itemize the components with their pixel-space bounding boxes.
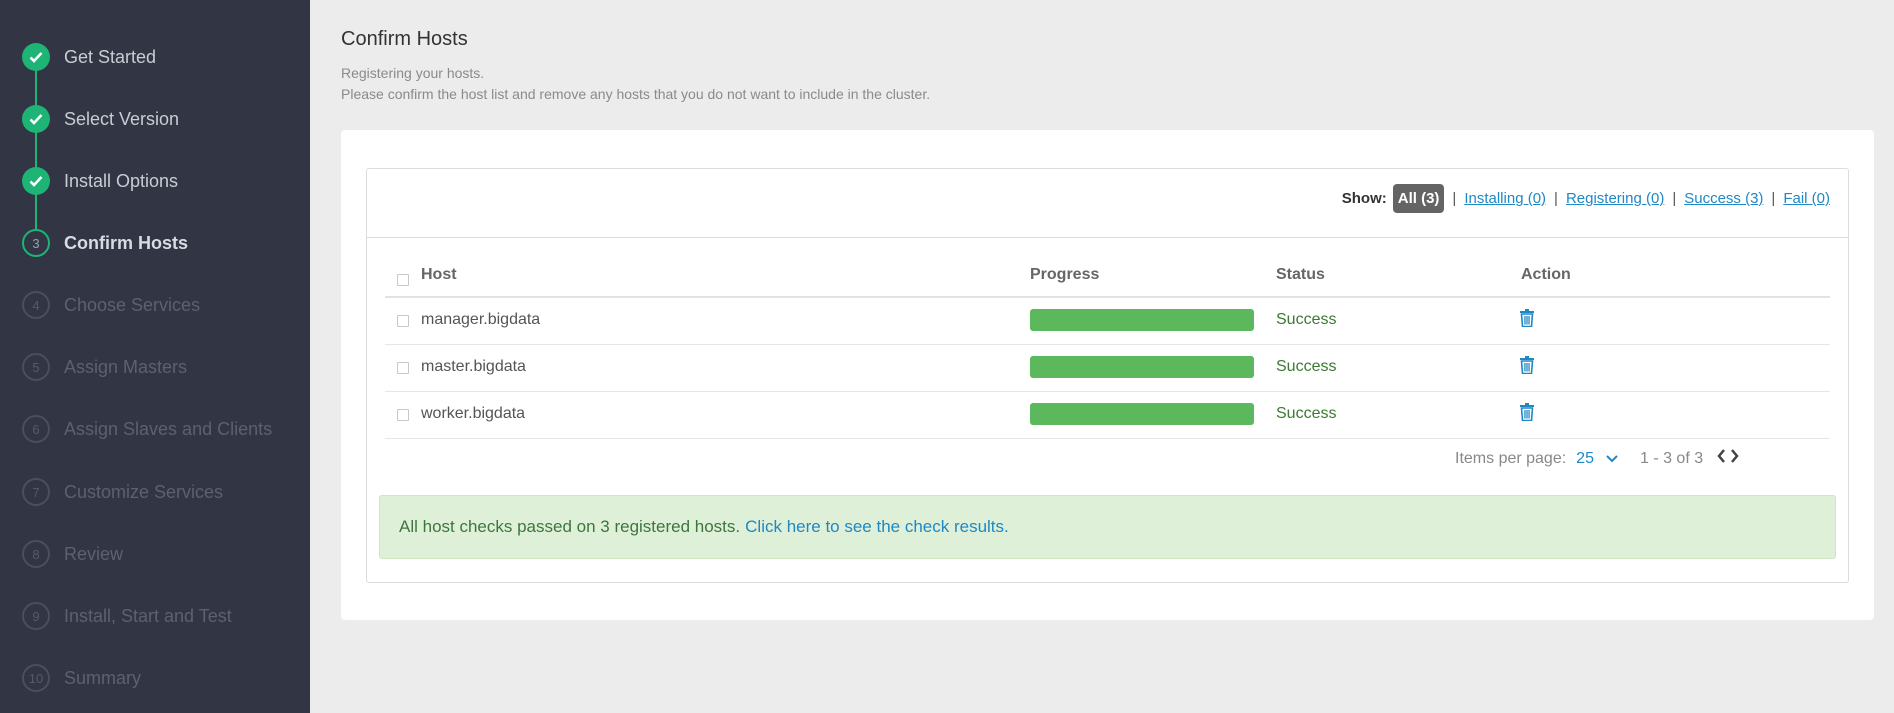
step-number: 7 bbox=[22, 478, 50, 506]
filter-separator: | bbox=[1672, 190, 1677, 207]
wizard-step: 9 Install, Start and Test bbox=[22, 601, 232, 631]
step-number: 9 bbox=[22, 602, 50, 630]
filter-separator: | bbox=[1554, 190, 1558, 207]
progress-bar bbox=[1030, 356, 1254, 378]
wizard-step: 5 Assign Masters bbox=[22, 352, 187, 382]
wizard-step-label: Get Started bbox=[64, 46, 157, 67]
filter-fail[interactable]: Fail (0) bbox=[1783, 190, 1830, 207]
filter-success[interactable]: Success (3) bbox=[1684, 190, 1763, 207]
wizard-steps: Get Started Select Version Install Options… bbox=[0, 0, 310, 713]
trash-icon[interactable] bbox=[1520, 309, 1534, 332]
wizard-step: 10 Summary bbox=[22, 663, 141, 693]
step-number: 3 bbox=[22, 229, 50, 257]
wizard-step: 7 Customize Services bbox=[22, 477, 223, 507]
filter-separator: | bbox=[1452, 190, 1457, 207]
table-row: worker.bigdata Success bbox=[385, 392, 1830, 439]
wizard-step-label: Assign Masters bbox=[64, 356, 188, 377]
table-row: master.bigdata Success bbox=[385, 345, 1830, 392]
table-row: manager.bigdata Success bbox=[385, 298, 1830, 345]
wizard-step[interactable]: Install Options bbox=[22, 166, 178, 196]
wizard-step-label: Select Version bbox=[64, 108, 180, 129]
items-per-page-select[interactable]: 25 bbox=[1576, 450, 1594, 468]
page-nav bbox=[1717, 449, 1739, 468]
host-name: manager.bigdata bbox=[421, 311, 541, 328]
wizard-step-label: Review bbox=[64, 543, 124, 564]
filter-installing[interactable]: Installing (0) bbox=[1464, 190, 1546, 207]
column-progress: Progress bbox=[1030, 266, 1100, 283]
check-icon bbox=[22, 105, 50, 133]
step-number: 10 bbox=[22, 664, 50, 692]
host-status: Success bbox=[1276, 358, 1337, 375]
trash-icon[interactable] bbox=[1520, 403, 1534, 426]
page-range: 1 - 3 of 3 bbox=[1639, 449, 1704, 467]
next-page-icon[interactable] bbox=[1730, 449, 1739, 468]
progress-bar bbox=[1030, 403, 1254, 425]
show-label: Show: bbox=[1341, 190, 1387, 207]
check-icon bbox=[22, 43, 50, 71]
filter-separator: | bbox=[1771, 190, 1776, 207]
wizard-step-label: Install Options bbox=[64, 170, 179, 191]
wizard-step-label: Customize Services bbox=[64, 481, 224, 502]
wizard-step[interactable]: 3 Confirm Hosts bbox=[22, 228, 188, 258]
trash-icon[interactable] bbox=[1520, 356, 1534, 379]
host-status: Success bbox=[1276, 311, 1337, 328]
status-filter-bar: Show: All (3) | Installing (0) | Registe… bbox=[1342, 184, 1830, 213]
progress-bar bbox=[1030, 309, 1254, 331]
wizard-step-label: Choose Services bbox=[64, 294, 201, 315]
wizard-step: 4 Choose Services bbox=[22, 290, 200, 320]
hosts-card: Show: All (3) | Installing (0) | Registe… bbox=[341, 130, 1874, 620]
step-number: 5 bbox=[22, 353, 50, 381]
prev-page-icon[interactable] bbox=[1717, 449, 1726, 468]
wizard-step: 8 Review bbox=[22, 539, 123, 569]
step-number: 8 bbox=[22, 540, 50, 568]
column-action: Action bbox=[1521, 266, 1571, 283]
table-header: Host Progress Status Action bbox=[385, 264, 1830, 298]
wizard-step[interactable]: Select Version bbox=[22, 104, 179, 134]
wizard-step-label: Summary bbox=[64, 667, 142, 688]
step-number: 6 bbox=[22, 415, 50, 443]
host-name: master.bigdata bbox=[421, 358, 526, 375]
wizard-step-label: Install, Start and Test bbox=[64, 605, 232, 626]
filter-registering[interactable]: Registering (0) bbox=[1566, 190, 1664, 207]
filter-all[interactable]: All (3) bbox=[1392, 184, 1445, 213]
wizard-step-label: Assign Slaves and Clients bbox=[64, 418, 273, 439]
chevron-down-icon[interactable] bbox=[1606, 450, 1618, 468]
row-checkbox[interactable] bbox=[397, 315, 409, 327]
hosts-panel: Show: All (3) | Installing (0) | Registe… bbox=[366, 168, 1849, 583]
items-per-page-label: Items per page: bbox=[1455, 449, 1567, 467]
page-description: Please confirm the host list and remove … bbox=[341, 86, 931, 102]
host-check-alert: All host checks passed on 3 registered h… bbox=[379, 495, 1836, 559]
check-icon bbox=[22, 167, 50, 195]
host-name: worker.bigdata bbox=[421, 405, 526, 422]
pagination: Items per page: 25 1 - 3 of 3 bbox=[1455, 449, 1739, 468]
wizard-sidebar: Get Started Select Version Install Options… bbox=[0, 0, 310, 713]
page-title: Confirm Hosts bbox=[341, 28, 468, 50]
page-subtitle: Registering your hosts. bbox=[341, 65, 485, 81]
column-status: Status bbox=[1276, 266, 1325, 283]
step-number: 4 bbox=[22, 291, 50, 319]
divider bbox=[367, 237, 1848, 238]
wizard-step-label: Confirm Hosts bbox=[64, 232, 189, 253]
wizard-step[interactable]: Get Started bbox=[22, 42, 156, 72]
alert-message: All host checks passed on 3 registered h… bbox=[399, 517, 741, 536]
wizard-step: 6 Assign Slaves and Clients bbox=[22, 414, 272, 444]
row-checkbox[interactable] bbox=[397, 409, 409, 421]
column-host[interactable]: Host bbox=[421, 266, 457, 284]
check-results-link[interactable]: Click here to see the check results. bbox=[745, 517, 1009, 537]
select-all-checkbox[interactable] bbox=[397, 274, 409, 286]
host-status: Success bbox=[1276, 405, 1337, 422]
row-checkbox[interactable] bbox=[397, 362, 409, 374]
